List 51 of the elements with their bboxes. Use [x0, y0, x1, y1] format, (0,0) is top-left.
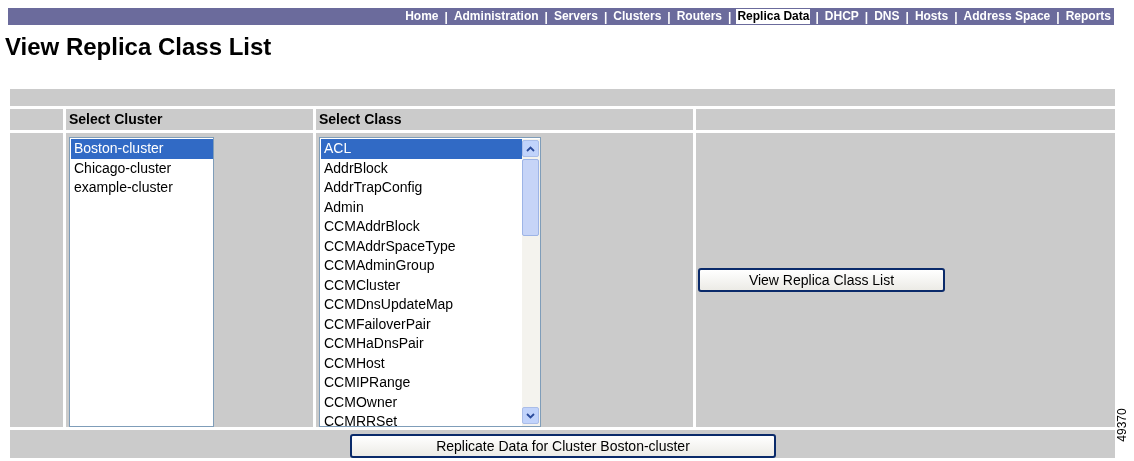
- table-cell: [10, 109, 63, 130]
- list-option[interactable]: CCMOwner: [321, 392, 522, 412]
- nav-separator: |: [815, 9, 819, 24]
- list-option[interactable]: Admin: [321, 197, 522, 217]
- nav-separator: |: [954, 9, 958, 24]
- nav-separator: |: [544, 9, 548, 24]
- list-option[interactable]: CCMCluster: [321, 275, 522, 295]
- column-heading: Select Cluster: [69, 111, 163, 127]
- nav-separator: |: [1056, 9, 1060, 24]
- nav-separator: |: [864, 9, 869, 24]
- nav-separator: |: [728, 9, 732, 24]
- list-option[interactable]: CCMAddrSpaceType: [321, 236, 522, 256]
- nav-link[interactable]: Replica Data: [736, 9, 811, 24]
- nav-link[interactable]: Hosts: [913, 9, 950, 24]
- figure-number: 49370: [1115, 407, 1129, 444]
- nav-link[interactable]: Home: [404, 9, 440, 24]
- page-title: View Replica Class List: [5, 32, 273, 62]
- list-option[interactable]: example-cluster: [71, 178, 213, 198]
- list-option[interactable]: CCMIPRange: [321, 373, 522, 393]
- nav-separator: |: [667, 9, 671, 24]
- nav-link[interactable]: DNS: [873, 9, 901, 24]
- column-heading: Select Class: [319, 111, 402, 127]
- class-listbox[interactable]: ACL AddrBlock AddrTrapConfig Admin CCMAddrBlock CCMAddrSpaceType CCMAdminGroup CCMCluster CCMDnsUpdateMap CCMFailoverPair CCMHaDnsPair CCMHost CCMIPRange CCMOwner CCMRRSet: [319, 137, 541, 427]
- list-option[interactable]: Boston-cluster: [71, 139, 213, 159]
- list-option[interactable]: CCMHaDnsPair: [321, 334, 522, 354]
- nav-link[interactable]: Reports: [1064, 9, 1112, 24]
- list-option[interactable]: AddrTrapConfig: [321, 178, 522, 198]
- scroll-thumb[interactable]: [522, 159, 539, 236]
- replicate-button[interactable]: Replicate Data for Cluster Boston-cluster: [350, 434, 776, 458]
- list-option[interactable]: CCMAddrBlock: [321, 217, 522, 237]
- list-option[interactable]: ACL: [321, 139, 522, 159]
- nav-link[interactable]: Address Space: [962, 9, 1052, 24]
- scroll-down-icon[interactable]: [522, 407, 539, 424]
- nav-separator: |: [603, 9, 608, 24]
- nav-link[interactable]: Routers: [675, 9, 724, 24]
- list-option[interactable]: AddrBlock: [321, 158, 522, 178]
- nav-link[interactable]: Clusters: [612, 9, 663, 24]
- nav-link[interactable]: Administration: [452, 9, 540, 24]
- nav-link[interactable]: Servers: [552, 9, 599, 24]
- list-option[interactable]: CCMFailoverPair: [321, 314, 522, 334]
- view-list-button[interactable]: View Replica Class List: [698, 268, 945, 292]
- nav-separator: |: [444, 9, 448, 24]
- nav-link[interactable]: DHCP: [823, 9, 860, 24]
- list-option[interactable]: CCMAdminGroup: [321, 256, 522, 276]
- list-option[interactable]: Chicago-cluster: [71, 158, 213, 178]
- nav-separator: |: [905, 9, 909, 24]
- list-option[interactable]: CCMDnsUpdateMap: [321, 295, 522, 315]
- cluster-listbox[interactable]: Boston-cluster Chicago-cluster example-cluster: [69, 137, 214, 427]
- scroll-up-icon[interactable]: [522, 140, 539, 157]
- scrollbar[interactable]: [522, 139, 540, 426]
- list-option[interactable]: CCMHost: [321, 353, 522, 373]
